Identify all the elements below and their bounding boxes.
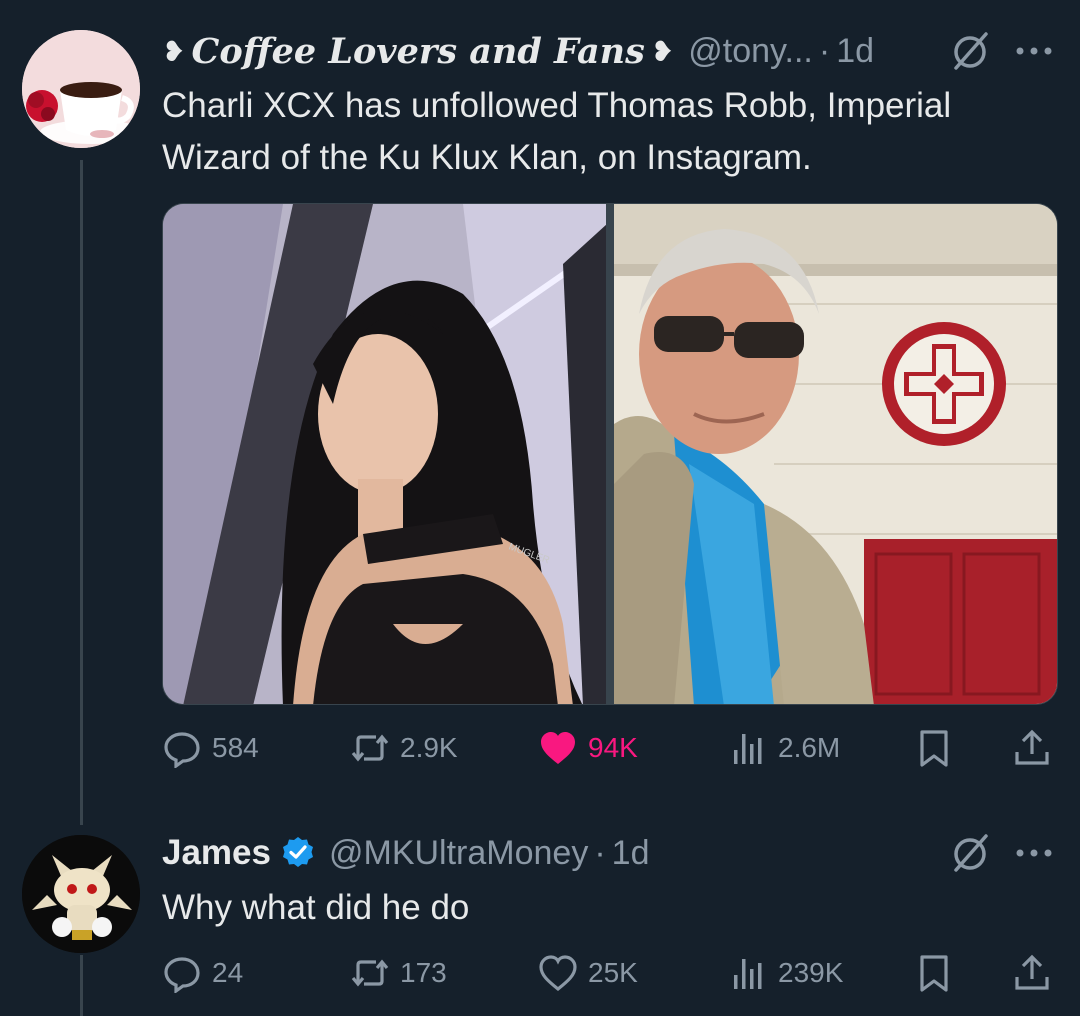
display-name[interactable]: Coffee Lovers and Fans — [191, 31, 644, 72]
separator: · — [594, 833, 606, 872]
tweet-media[interactable]: MUGLER — [162, 203, 1058, 705]
views-icon — [734, 734, 762, 764]
reply-button[interactable]: 24 — [162, 948, 243, 998]
display-name[interactable]: James — [162, 833, 271, 873]
reply-icon — [164, 957, 200, 993]
repost-count: 173 — [400, 957, 447, 988]
separator: · — [818, 31, 831, 70]
share-button[interactable] — [1012, 723, 1062, 773]
like-button[interactable]: 94K — [538, 723, 638, 773]
bookmark-icon — [920, 955, 948, 992]
share-button[interactable] — [1012, 948, 1062, 998]
more-icon[interactable] — [1012, 34, 1056, 68]
share-icon — [1015, 954, 1049, 990]
repost-icon — [351, 959, 389, 987]
feather-right-icon: ❥ — [650, 35, 675, 67]
like-button[interactable]: 25K — [538, 948, 638, 998]
view-count: 239K — [778, 957, 844, 988]
bookmark-button[interactable] — [914, 948, 964, 998]
view-count: 2.6M — [778, 732, 841, 763]
thread-connector — [80, 160, 83, 825]
reply-header: James @MKUltraMoney · 1d — [162, 830, 650, 876]
more-icon[interactable] — [1012, 836, 1056, 870]
repost-count: 2.9K — [400, 732, 458, 763]
tweet-actions: 584 2.9K 94K 2.6M — [162, 723, 1062, 773]
like-icon — [541, 732, 575, 764]
thread-connector-bottom — [80, 955, 83, 1016]
avatar[interactable] — [22, 30, 140, 148]
like-icon — [539, 955, 577, 992]
media-image-right[interactable] — [614, 204, 1057, 704]
avatar[interactable] — [22, 835, 140, 953]
media-image-left[interactable]: MUGLER — [163, 204, 606, 704]
views-icon — [734, 959, 762, 989]
timeline: ❥ Coffee Lovers and Fans ❥ @tony... · 1d… — [0, 0, 1080, 1016]
verified-badge-icon — [282, 837, 313, 867]
reply-button[interactable]: 584 — [162, 723, 259, 773]
handle[interactable]: @tony... — [688, 32, 813, 71]
grok-icon[interactable] — [950, 30, 992, 72]
reply-count: 24 — [212, 957, 244, 988]
reply-icon — [164, 732, 200, 768]
bookmark-button[interactable] — [914, 723, 964, 773]
timestamp[interactable]: 1d — [836, 32, 874, 71]
repost-icon — [351, 734, 389, 762]
grok-icon[interactable] — [950, 832, 992, 874]
tweet-header: ❥ Coffee Lovers and Fans ❥ @tony... · 1d — [162, 28, 874, 74]
reply-count: 584 — [212, 732, 259, 763]
repost-button[interactable]: 173 — [350, 948, 447, 998]
like-count: 94K — [588, 732, 638, 763]
bookmark-icon — [920, 730, 948, 767]
views-button[interactable]: 239K — [728, 948, 843, 998]
reply-actions: 24 173 25K 239K — [162, 948, 1062, 998]
share-icon — [1015, 729, 1049, 765]
handle[interactable]: @MKUltraMoney — [329, 834, 588, 873]
views-button[interactable]: 2.6M — [728, 723, 840, 773]
reply-text: Why what did he do — [162, 888, 470, 927]
repost-button[interactable]: 2.9K — [350, 723, 458, 773]
timestamp[interactable]: 1d — [612, 834, 650, 873]
feather-left-icon: ❥ — [162, 35, 186, 67]
like-count: 25K — [588, 957, 638, 988]
tweet-text: Charli XCX has unfollowed Thomas Robb, I… — [162, 86, 952, 177]
